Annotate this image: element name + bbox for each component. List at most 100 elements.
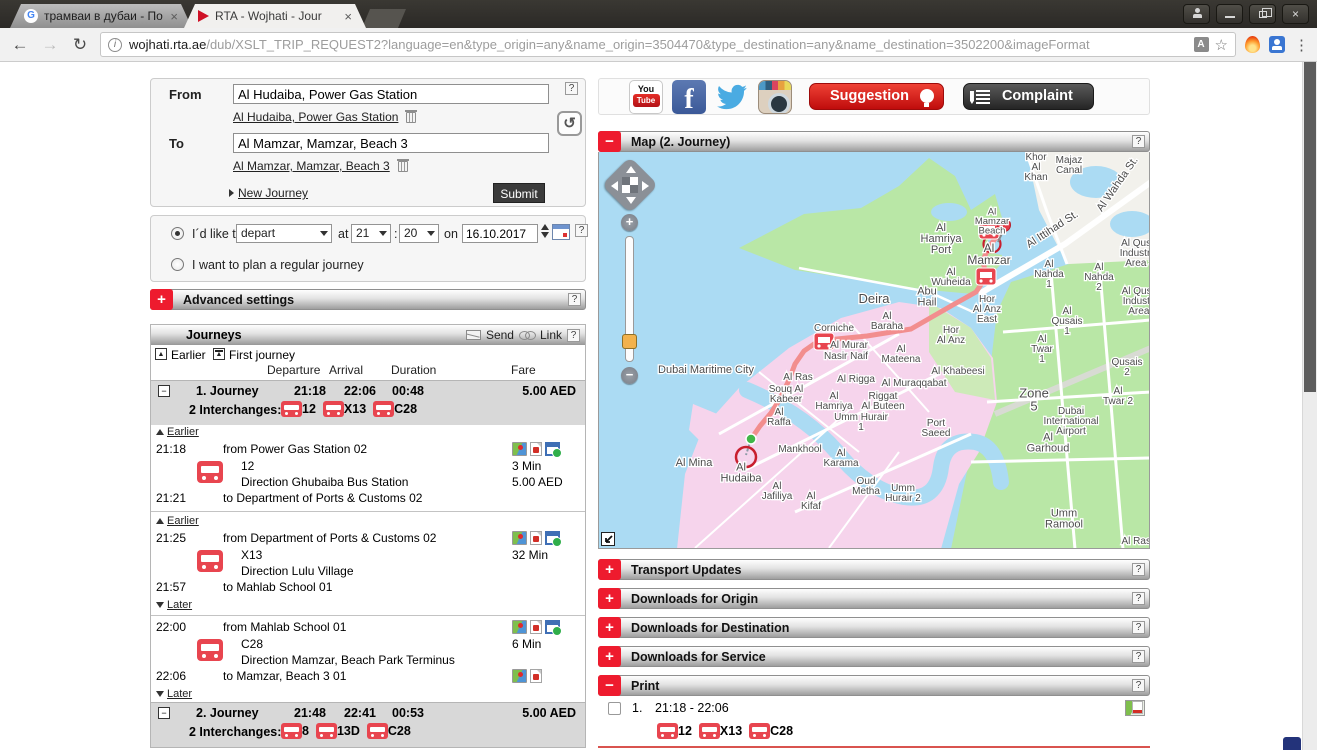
page-info-icon[interactable]: i [108,38,122,52]
zoom-slider-thumb[interactable] [622,334,637,349]
bookmark-star-icon[interactable]: ☆ [1215,36,1228,54]
browser-menu-icon[interactable]: ⋮ [1294,36,1309,54]
help-icon[interactable]: ? [575,224,588,237]
expand-plus-icon[interactable]: + [598,588,621,609]
map-icon[interactable] [512,531,527,545]
link-chain-icon[interactable] [519,331,535,339]
print-checkbox[interactable] [608,702,621,715]
tab-rta-wojhati[interactable]: RTA - Wojhati - Jour × [184,4,366,28]
regular-journey-radio[interactable] [171,258,184,271]
date-stepper[interactable] [541,224,550,240]
timetable-icon[interactable] [545,620,560,634]
close-button[interactable]: × [1282,4,1309,24]
earlier-top-link[interactable]: Earlier [171,348,206,362]
suggestion-button[interactable]: Suggestion [809,83,944,110]
map-canvas[interactable]: KhorAlKhanMajazCanalAl Wahda St.Al Ittih… [598,152,1150,549]
complaint-button[interactable]: Complaint [963,83,1094,110]
timetable-icon[interactable] [545,442,560,456]
tab-close-icon[interactable]: × [170,9,178,24]
help-icon[interactable]: ? [565,82,578,95]
forward-button[interactable]: → [40,35,60,55]
youtube-icon[interactable]: YouTube [629,80,663,114]
accordion-downloads-service[interactable]: + Downloads for Service ? [598,646,1150,667]
accordion-transport-updates[interactable]: + Transport Updates ? [598,559,1150,580]
depart-radio[interactable] [171,227,184,240]
map-icon[interactable] [512,669,527,683]
step-up-icon[interactable] [541,224,549,230]
first-journey-box-icon[interactable]: ▲ [213,348,225,360]
back-button[interactable]: ← [10,35,30,55]
facebook-icon[interactable]: f [672,80,706,114]
expand-plus-icon[interactable]: + [150,289,173,310]
calendar-icon[interactable] [552,224,570,240]
step-down-icon[interactable] [541,232,549,238]
pan-center[interactable] [622,177,638,193]
pdf-icon[interactable] [530,620,542,634]
submit-button[interactable]: Submit [493,183,545,203]
expand-plus-icon[interactable]: + [598,646,621,667]
earlier-link[interactable]: Earlier [156,515,199,527]
pan-left-icon[interactable] [611,181,618,191]
floating-widget[interactable] [1283,737,1301,750]
new-tab-button[interactable] [362,9,406,28]
first-journey-link[interactable]: First journey [229,348,295,362]
instagram-icon[interactable] [758,80,792,114]
zoom-out-button[interactable]: − [621,367,638,384]
pdf-icon[interactable] [530,531,542,545]
translate-icon[interactable]: A [1194,37,1209,52]
restore-button[interactable] [1249,4,1276,24]
address-bar[interactable]: i wojhati.rta.ae/dub/XSLT_TRIP_REQUEST2?… [100,32,1236,57]
accordion-downloads-origin[interactable]: + Downloads for Origin ? [598,588,1150,609]
map-header[interactable]: − Map (2. Journey) ? [598,131,1150,152]
hour-select[interactable]: 21 [351,224,391,243]
extension-flame-icon[interactable] [1245,36,1260,53]
depart-mode-select[interactable]: depart [236,224,332,243]
extension-profile-icon[interactable] [1269,36,1285,53]
timetable-icon[interactable] [545,531,560,545]
earlier-link[interactable]: Earlier [156,426,199,438]
link-link[interactable]: Link [540,328,562,342]
delete-icon[interactable] [406,112,416,123]
minimize-button[interactable] [1216,4,1243,24]
reload-button[interactable]: ↻ [70,35,90,55]
map-icon[interactable] [512,442,527,456]
later-link[interactable]: Later [156,688,192,700]
map-icon[interactable] [512,620,527,634]
profile-button[interactable] [1183,4,1210,24]
collapse-icon[interactable]: − [158,707,170,719]
print-header[interactable]: − Print ? [598,675,1150,696]
send-link[interactable]: Send [486,328,514,342]
pan-right-icon[interactable] [642,181,649,191]
scrollbar-thumb[interactable] [1304,62,1316,392]
from-input[interactable] [233,84,549,104]
vertical-scrollbar[interactable] [1302,62,1317,750]
later-link[interactable]: Later [156,599,192,611]
to-input[interactable] [233,133,549,153]
pdf-icon[interactable] [530,442,542,456]
tab-google-search[interactable]: G трамваи в дубаи - По × [10,4,192,28]
delete-icon[interactable] [398,161,408,172]
help-icon[interactable]: ? [1132,135,1145,148]
to-history-link[interactable]: Al Mamzar, Mamzar, Beach 3 [233,159,408,173]
help-icon[interactable]: ? [1132,621,1145,634]
map-pdf-icon[interactable] [1125,700,1145,716]
url-text[interactable]: wojhati.rta.ae/dub/XSLT_TRIP_REQUEST2?la… [129,37,1194,52]
twitter-icon[interactable] [715,80,749,114]
earlier-box-icon[interactable]: ▲ [155,348,167,360]
accordion-downloads-destination[interactable]: + Downloads for Destination ? [598,617,1150,638]
from-history-link[interactable]: Al Hudaiba, Power Gas Station [233,110,416,124]
swap-origin-destination-button[interactable]: ↺ [557,111,582,136]
expand-plus-icon[interactable]: + [598,617,621,638]
help-icon[interactable]: ? [1132,650,1145,663]
collapse-icon[interactable]: − [158,385,170,397]
expand-plus-icon[interactable]: + [598,559,621,580]
collapse-minus-icon[interactable]: − [598,131,621,152]
new-journey-link[interactable]: New Journey [229,186,308,200]
map-resize-icon[interactable] [601,532,615,546]
pan-up-icon[interactable] [626,166,636,173]
journey-1-summary[interactable]: − 1. Journey 21:18 22:06 00:48 5.00 AED … [151,380,585,425]
help-icon[interactable]: ? [1132,679,1145,692]
map-pan-control[interactable] [607,162,653,208]
tab-close-icon[interactable]: × [344,9,352,24]
help-icon[interactable]: ? [568,293,581,306]
